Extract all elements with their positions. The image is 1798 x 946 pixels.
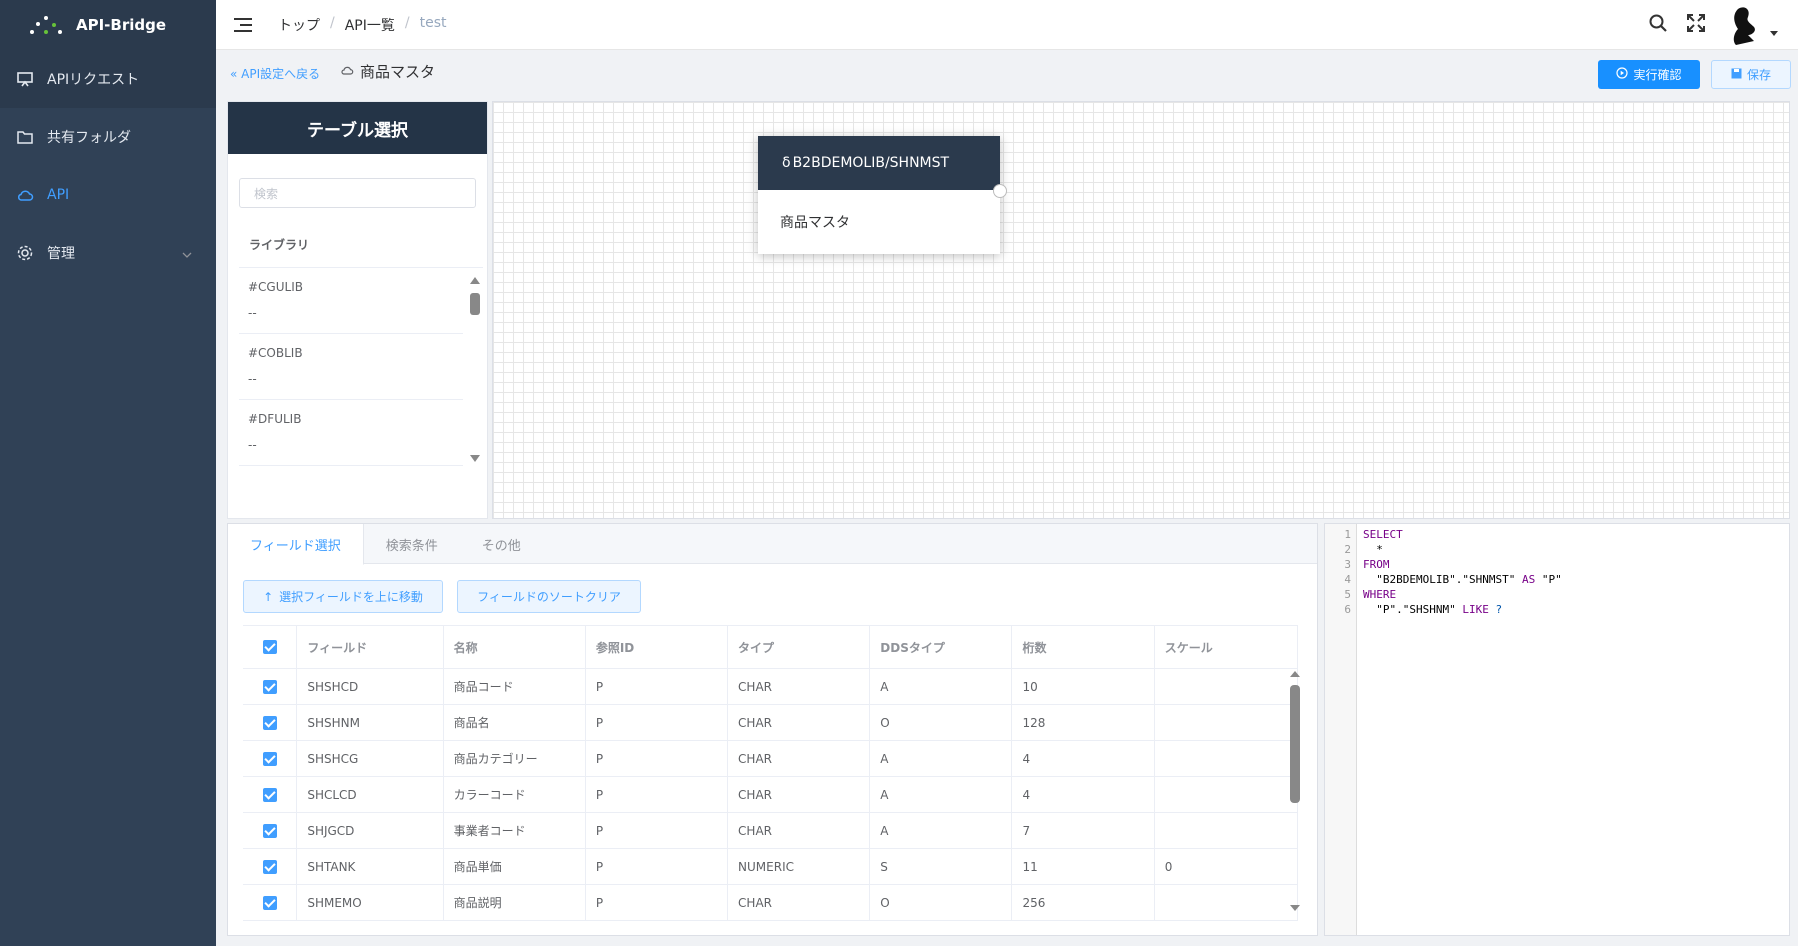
breadcrumb-item-api-list[interactable]: API一覧: [345, 15, 395, 35]
table-node-label: 商品マスタ: [780, 215, 850, 231]
move-selected-up-button[interactable]: ↑ 選択フィールドを上に移動: [243, 580, 443, 613]
double-chevron-left-icon: «: [230, 67, 238, 81]
search-input[interactable]: 検索: [239, 178, 476, 208]
list-item[interactable]: #COBLIB --: [239, 334, 463, 400]
row-checkbox[interactable]: [243, 740, 298, 777]
app-title: API-Bridge: [76, 16, 167, 34]
breadcrumb: トップ / API一覧 / test: [278, 15, 446, 35]
sql-preview[interactable]: 1 SELECT 2 * 3 FROM 4 "B2BDEMOLIB"."SHNM…: [1324, 523, 1790, 936]
row-checkbox[interactable]: [243, 812, 298, 849]
cloud-icon: [15, 185, 35, 205]
sql-line: 4 "B2BDEMOLIB"."SHNMST" AS "P": [1344, 573, 1562, 586]
column-header[interactable]: 名称: [443, 625, 586, 669]
column-header[interactable]: DDSタイプ: [869, 625, 1013, 669]
column-header[interactable]: スケール: [1154, 625, 1299, 669]
sidebar-item-label: API: [47, 187, 70, 203]
row-checkbox[interactable]: [243, 884, 298, 921]
tab-search-conditions[interactable]: 検索条件: [364, 524, 460, 564]
table-header-row: フィールド 名称 参照ID タイプ DDSタイプ 桁数 スケール: [243, 625, 1299, 669]
fields-table-scrollbar[interactable]: [1284, 669, 1306, 914]
sidebar-item-label: APIリクエスト: [47, 72, 140, 88]
sidebar-item-label: 管理: [47, 246, 75, 262]
save-button[interactable]: 保存: [1711, 60, 1791, 89]
back-to-api-settings-link[interactable]: « API設定へ戻る: [230, 65, 320, 82]
breadcrumb-separator: /: [330, 14, 335, 31]
query-canvas[interactable]: δ B2BDEMOLIB/SHNMST 商品マスタ: [492, 101, 1790, 519]
play-circle-icon: [1616, 67, 1629, 82]
sql-line: 6 "P"."SHSHNM" LIKE ?: [1344, 603, 1503, 616]
fields-table: フィールド 名称 参照ID タイプ DDSタイプ 桁数 スケール SHSHCD 商…: [243, 625, 1299, 921]
row-checkbox[interactable]: [243, 704, 298, 741]
header-actions: [1648, 0, 1778, 50]
connection-port[interactable]: [993, 184, 1007, 198]
library-label: ライブラリ: [249, 238, 310, 252]
table-row[interactable]: SHJGCD 事業者コード P CHAR A7: [243, 812, 1299, 849]
fullscreen-icon[interactable]: [1686, 13, 1706, 37]
sidebar: API-Bridge APIリクエスト 共有フォルダ API 管理: [0, 0, 216, 946]
search-icon[interactable]: [1648, 13, 1668, 37]
list-item[interactable]: #DFULIB --: [239, 400, 463, 466]
row-checkbox[interactable]: [243, 776, 298, 813]
table-row[interactable]: SHMEMO 商品説明 P CHAR O 256: [243, 884, 1299, 921]
tab-other[interactable]: その他: [460, 524, 543, 564]
top-header: トップ / API一覧 / test: [216, 0, 1798, 50]
folder-icon: [15, 127, 35, 147]
library-scrollbar[interactable]: [467, 268, 483, 473]
table-select-panel: テーブル選択 検索 ライブラリ #CGULIB -- #COBLIB -- #D…: [227, 101, 488, 519]
fields-panel: フィールド選択 検索条件 その他 ↑ 選択フィールドを上に移動 フィールドのソー…: [227, 523, 1318, 936]
table-row[interactable]: SHSHCG 商品カテゴリー P CHAR A4: [243, 740, 1299, 777]
sql-line: 1 SELECT: [1344, 528, 1403, 541]
sidebar-item-label: 共有フォルダ: [47, 130, 131, 146]
sql-line: 3 FROM: [1344, 558, 1390, 571]
sidebar-item-api[interactable]: API: [0, 166, 216, 224]
column-header[interactable]: フィールド: [296, 625, 444, 669]
api-name-field[interactable]: [340, 62, 500, 80]
caret-down-icon[interactable]: [1770, 25, 1778, 40]
table-row[interactable]: SHCLCD カラーコード P CHAR A4: [243, 776, 1299, 813]
column-header[interactable]: 参照ID: [585, 625, 729, 669]
avatar[interactable]: [1724, 5, 1764, 46]
monitor-icon: [15, 69, 35, 89]
row-checkbox[interactable]: [243, 848, 298, 885]
sql-line: 2 *: [1344, 543, 1383, 556]
panel-title: テーブル選択: [228, 102, 487, 154]
app-logo[interactable]: API-Bridge: [0, 0, 216, 50]
library-list: #CGULIB -- #COBLIB -- #DFULIB --: [239, 267, 483, 473]
breadcrumb-separator: /: [404, 14, 410, 31]
table-row[interactable]: SHSHNM 商品名 P CHAR O 128: [243, 704, 1299, 741]
list-item[interactable]: #CGULIB --: [239, 268, 463, 334]
delta-icon: δ: [782, 155, 791, 171]
select-all-checkbox[interactable]: [243, 625, 298, 669]
sidebar-item-shared-folder[interactable]: 共有フォルダ: [0, 108, 216, 166]
chevron-down-icon: [182, 246, 192, 262]
logo-icon: [30, 14, 64, 36]
column-header[interactable]: タイプ: [727, 625, 871, 669]
fields-tabs: フィールド選択 検索条件 その他: [228, 524, 1317, 565]
sidebar-item-api-request[interactable]: APIリクエスト: [0, 50, 216, 108]
column-header[interactable]: 桁数: [1011, 625, 1155, 669]
breadcrumb-item-current: test: [419, 14, 447, 31]
breadcrumb-item-top[interactable]: トップ: [278, 15, 320, 35]
table-row[interactable]: SHSHCD 商品コード P CHAR A 10: [243, 668, 1299, 705]
row-checkbox[interactable]: [243, 668, 298, 705]
api-name-input[interactable]: [360, 62, 500, 80]
tab-field-select[interactable]: フィールド選択: [228, 524, 364, 565]
sql-line: 5 WHERE: [1344, 588, 1397, 601]
table-row[interactable]: SHTANK 商品単価 P NUMERIC S 11 0: [243, 848, 1299, 885]
table-node-header[interactable]: δ B2BDEMOLIB/SHNMST: [758, 136, 1000, 190]
sidebar-item-admin[interactable]: 管理: [0, 224, 216, 282]
clear-field-sort-button[interactable]: フィールドのソートクリア: [457, 580, 641, 613]
menu-toggle-icon[interactable]: [234, 17, 252, 33]
gear-icon: [15, 243, 35, 263]
table-node[interactable]: δ B2BDEMOLIB/SHNMST 商品マスタ: [758, 136, 1007, 254]
run-check-button[interactable]: 実行確認: [1598, 60, 1700, 89]
arrow-up-icon: ↑: [263, 589, 274, 604]
save-icon: [1731, 68, 1742, 82]
cloud-icon: [340, 62, 354, 80]
